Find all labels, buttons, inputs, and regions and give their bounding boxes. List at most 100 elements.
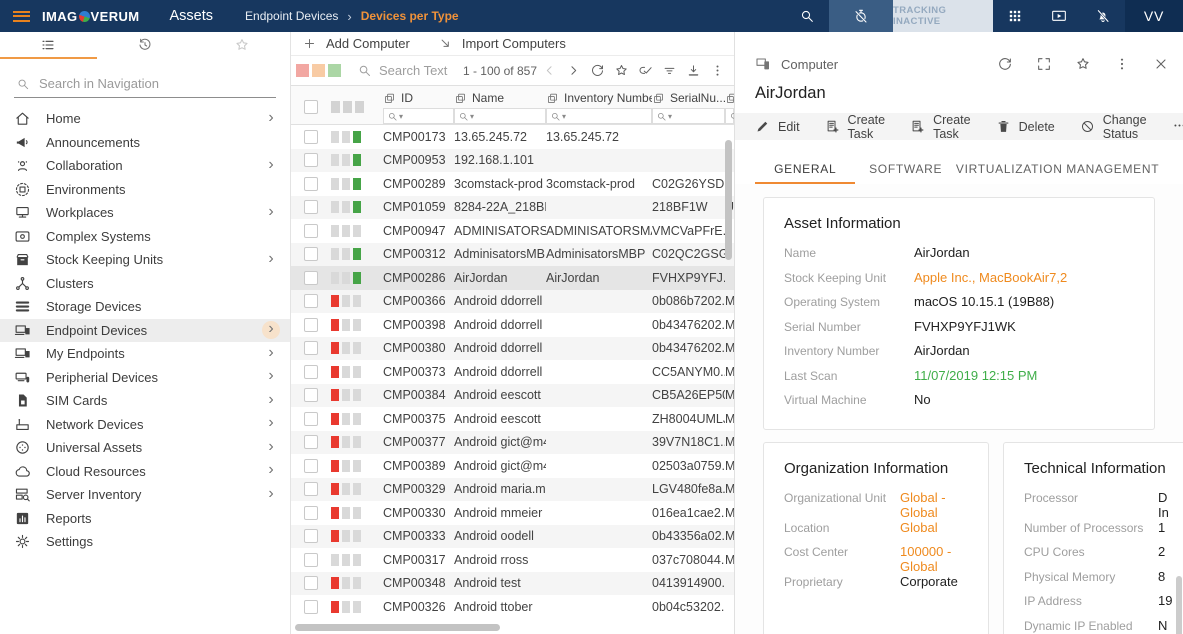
tab-favorites[interactable] <box>193 32 290 59</box>
apps-grid-icon[interactable] <box>993 0 1037 32</box>
table-row[interactable]: CMP00317 Android rross 037c708044... M <box>291 548 734 572</box>
sidebar-item-network-devices[interactable]: Network Devices › <box>0 413 290 437</box>
avatar[interactable]: VV <box>1125 0 1183 32</box>
change-status-button[interactable]: Change Status <box>1080 113 1147 141</box>
table-row[interactable]: CMP00377 Android gict@m4... 39V7N18C1...… <box>291 430 734 454</box>
tab-history[interactable] <box>97 32 194 59</box>
chevron-right-icon[interactable]: › <box>262 462 280 480</box>
table-row[interactable]: CMP00333 Android oodell 0b43356a02... M <box>291 524 734 548</box>
chevron-right-icon[interactable]: › <box>262 485 280 504</box>
row-checkbox[interactable] <box>304 576 318 591</box>
sidebar-item-my-endpoints[interactable]: My Endpoints › <box>0 342 290 366</box>
row-checkbox[interactable] <box>304 388 318 403</box>
import-computers-button[interactable]: Import Computers <box>438 36 566 51</box>
chevron-right-icon[interactable]: › <box>262 203 280 222</box>
field-value[interactable]: Global - Global <box>900 490 968 520</box>
row-checkbox[interactable] <box>304 458 318 473</box>
row-checkbox[interactable] <box>304 529 318 544</box>
table-row[interactable]: CMP00173 13.65.245.72 13.65.245.72 <box>291 125 734 149</box>
table-row[interactable]: CMP00373 Android ddorrell CC5ANYM0... M <box>291 360 734 384</box>
menu-icon[interactable] <box>13 10 30 22</box>
sidebar-item-stock-keeping-units[interactable]: Stock Keeping Units › <box>0 248 290 272</box>
sidebar-item-environments[interactable]: Environments › <box>0 178 290 202</box>
column-header-inventory[interactable]: Inventory Number ... <box>546 90 652 106</box>
row-checkbox[interactable] <box>304 153 318 168</box>
tab-software[interactable]: SOFTWARE <box>855 155 955 184</box>
row-checkbox[interactable] <box>304 341 318 356</box>
row-checkbox[interactable] <box>304 482 318 497</box>
table-row[interactable]: CMP00329 Android maria.mi... LGV480fe8a.… <box>291 477 734 501</box>
horizontal-scrollbar[interactable] <box>295 624 500 631</box>
tab-general[interactable]: GENERAL <box>755 155 856 184</box>
row-checkbox[interactable] <box>304 505 318 520</box>
column-filter-serial[interactable]: ▾ <box>652 108 725 124</box>
table-row[interactable]: CMP01059 8284-22A_218BF... 218BF1W U <box>291 195 734 219</box>
next-page-icon[interactable] <box>561 63 585 78</box>
refresh-icon[interactable] <box>997 56 1013 72</box>
breadcrumb-item-active[interactable]: Devices per Type <box>361 9 459 23</box>
table-row[interactable]: CMP00953 192.168.1.101 <box>291 148 734 172</box>
preview-scrollbar[interactable] <box>1176 576 1182 634</box>
tab-navigation-list[interactable] <box>0 32 97 59</box>
field-value[interactable]: Apple Inc., MacBookAir7,2 <box>914 270 1067 285</box>
grid-search-input[interactable]: Search Text <box>357 63 447 78</box>
row-checkbox[interactable] <box>304 176 318 191</box>
sidebar-item-sim-cards[interactable]: SIM Cards › <box>0 389 290 413</box>
column-header-id[interactable]: ID <box>383 90 454 106</box>
column-filter-name[interactable]: ▾ <box>454 108 546 124</box>
row-checkbox[interactable] <box>304 247 318 262</box>
row-checkbox[interactable] <box>304 435 318 450</box>
row-checkbox[interactable] <box>304 200 318 215</box>
row-checkbox[interactable] <box>304 294 318 309</box>
chevron-right-icon[interactable]: › <box>262 368 280 386</box>
sidebar-item-clusters[interactable]: Clusters › <box>0 272 290 296</box>
sidebar-item-workplaces[interactable]: Workplaces › <box>0 201 290 225</box>
table-row[interactable]: CMP00375 Android eescott ZH8004UMLJ M <box>291 407 734 431</box>
row-checkbox[interactable] <box>304 599 318 614</box>
notifications-off-icon[interactable] <box>1081 0 1125 32</box>
column-filter-id[interactable]: ▾ <box>383 108 454 124</box>
edit-button[interactable]: Edit <box>755 119 800 134</box>
chevron-right-icon[interactable]: › <box>262 321 280 340</box>
cast-screen-icon[interactable] <box>1037 0 1081 32</box>
column-header-serial[interactable]: SerialNu... <box>652 90 725 106</box>
row-checkbox[interactable] <box>304 552 318 567</box>
favorite-star-icon[interactable] <box>1075 56 1091 72</box>
sidebar-item-settings[interactable]: Settings › <box>0 530 290 554</box>
sidebar-item-storage-devices[interactable]: Storage Devices › <box>0 295 290 319</box>
more-menu-icon[interactable] <box>1114 56 1130 72</box>
table-row[interactable]: CMP00348 Android test 0413914900... <box>291 571 734 595</box>
chevron-right-icon[interactable]: › <box>262 438 280 457</box>
sidebar-item-complex-systems[interactable]: Complex Systems › <box>0 225 290 249</box>
sidebar-item-reports[interactable]: Reports › <box>0 507 290 531</box>
favorite-star-icon[interactable] <box>609 63 633 78</box>
table-row[interactable]: CMP00312 AdminisatorsMBP AdminisatorsMBP… <box>291 242 734 266</box>
chevron-right-icon[interactable]: › <box>262 250 280 269</box>
delete-button[interactable]: Delete <box>996 119 1055 134</box>
chevron-right-icon[interactable]: › <box>262 109 280 128</box>
row-checkbox[interactable] <box>304 364 318 379</box>
download-icon[interactable] <box>681 63 705 78</box>
column-header-name[interactable]: Name <box>454 90 546 106</box>
select-all-checkbox[interactable] <box>304 100 318 114</box>
app-logo[interactable]: IMAG VERUM <box>42 9 140 24</box>
prev-page-icon[interactable] <box>537 63 561 78</box>
field-value[interactable]: Global <box>900 520 938 535</box>
sidebar-item-home[interactable]: Home › <box>0 107 290 131</box>
field-value[interactable]: 100000 - Global <box>900 544 968 574</box>
row-checkbox[interactable] <box>304 129 318 144</box>
create-task-button[interactable]: Create Task <box>825 113 885 141</box>
sidebar-item-server-inventory[interactable]: Server Inventory › <box>0 483 290 507</box>
table-row[interactable]: CMP00384 Android eescott CB5A26EP50 M <box>291 383 734 407</box>
filter-icon[interactable] <box>657 63 681 78</box>
refresh-icon[interactable] <box>585 63 609 78</box>
row-checkbox[interactable] <box>304 270 318 285</box>
vertical-scrollbar[interactable] <box>725 140 732 260</box>
table-row[interactable]: CMP00366 Android ddorrell 0b086b7202... … <box>291 289 734 313</box>
table-row[interactable]: CMP00389 Android gict@m4... 02503a0759..… <box>291 454 734 478</box>
breadcrumb-item[interactable]: Endpoint Devices <box>245 9 338 23</box>
table-row[interactable]: CMP00330 Android mmeier 016ea1cae2... M <box>291 501 734 525</box>
sidebar-search-input[interactable]: Search in Navigation <box>14 70 276 98</box>
sidebar-item-universal-assets[interactable]: Universal Assets › <box>0 436 290 460</box>
close-icon[interactable] <box>1153 56 1169 72</box>
